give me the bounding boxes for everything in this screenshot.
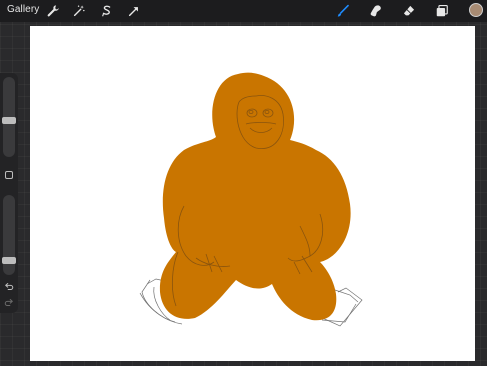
smudge-icon[interactable] <box>368 3 384 19</box>
brush-icon[interactable] <box>335 3 351 19</box>
magic-wand-icon[interactable] <box>71 3 87 19</box>
modify-button[interactable] <box>5 171 13 179</box>
wrench-icon[interactable] <box>45 3 61 19</box>
opacity-handle[interactable] <box>2 257 16 265</box>
layers-icon[interactable] <box>434 3 450 19</box>
color-swatch[interactable] <box>469 3 483 17</box>
drawing-canvas[interactable] <box>30 26 475 361</box>
eraser-icon[interactable] <box>401 3 417 19</box>
undo-icon[interactable] <box>3 281 15 293</box>
transform-arrow-icon[interactable] <box>126 3 142 19</box>
redo-icon[interactable] <box>3 297 15 309</box>
artwork <box>139 72 363 327</box>
gallery-button[interactable]: Gallery <box>7 4 39 15</box>
brush-size-handle[interactable] <box>2 117 16 125</box>
selection-icon[interactable] <box>99 3 115 19</box>
opacity-slider[interactable] <box>2 195 16 275</box>
top-toolbar: Gallery <box>0 0 487 22</box>
brush-size-slider[interactable] <box>2 77 16 157</box>
left-sidebar <box>0 73 18 313</box>
